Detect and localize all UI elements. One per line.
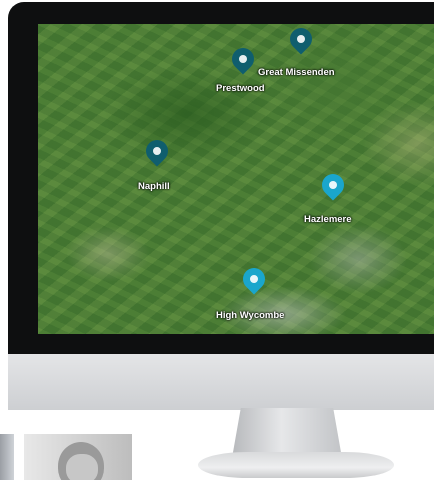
location-label-prestwood: Prestwood: [216, 83, 265, 94]
map-pin-icon[interactable]: [317, 169, 349, 201]
map-pin-icon[interactable]: [227, 43, 259, 75]
photo-thumbnail: [0, 434, 14, 480]
map-pin-icon[interactable]: [141, 135, 173, 167]
map-pin-icon[interactable]: [285, 24, 317, 55]
person-photo: [24, 434, 132, 480]
location-label-high-wycombe: High Wycombe: [216, 310, 285, 321]
monitor: Great Missenden Prestwood Naphill Hazlem…: [8, 2, 434, 410]
person-face: [66, 454, 98, 480]
location-label-hazlemere: Hazlemere: [304, 214, 352, 225]
map-pin-icon[interactable]: [238, 263, 270, 295]
monitor-chin: [8, 354, 434, 410]
monitor-stand-base: [198, 452, 394, 478]
location-label-great-missenden: Great Missenden: [258, 67, 335, 78]
monitor-stand: [232, 408, 342, 458]
location-label-naphill: Naphill: [138, 181, 170, 192]
map-screen: Great Missenden Prestwood Naphill Hazlem…: [38, 24, 434, 334]
